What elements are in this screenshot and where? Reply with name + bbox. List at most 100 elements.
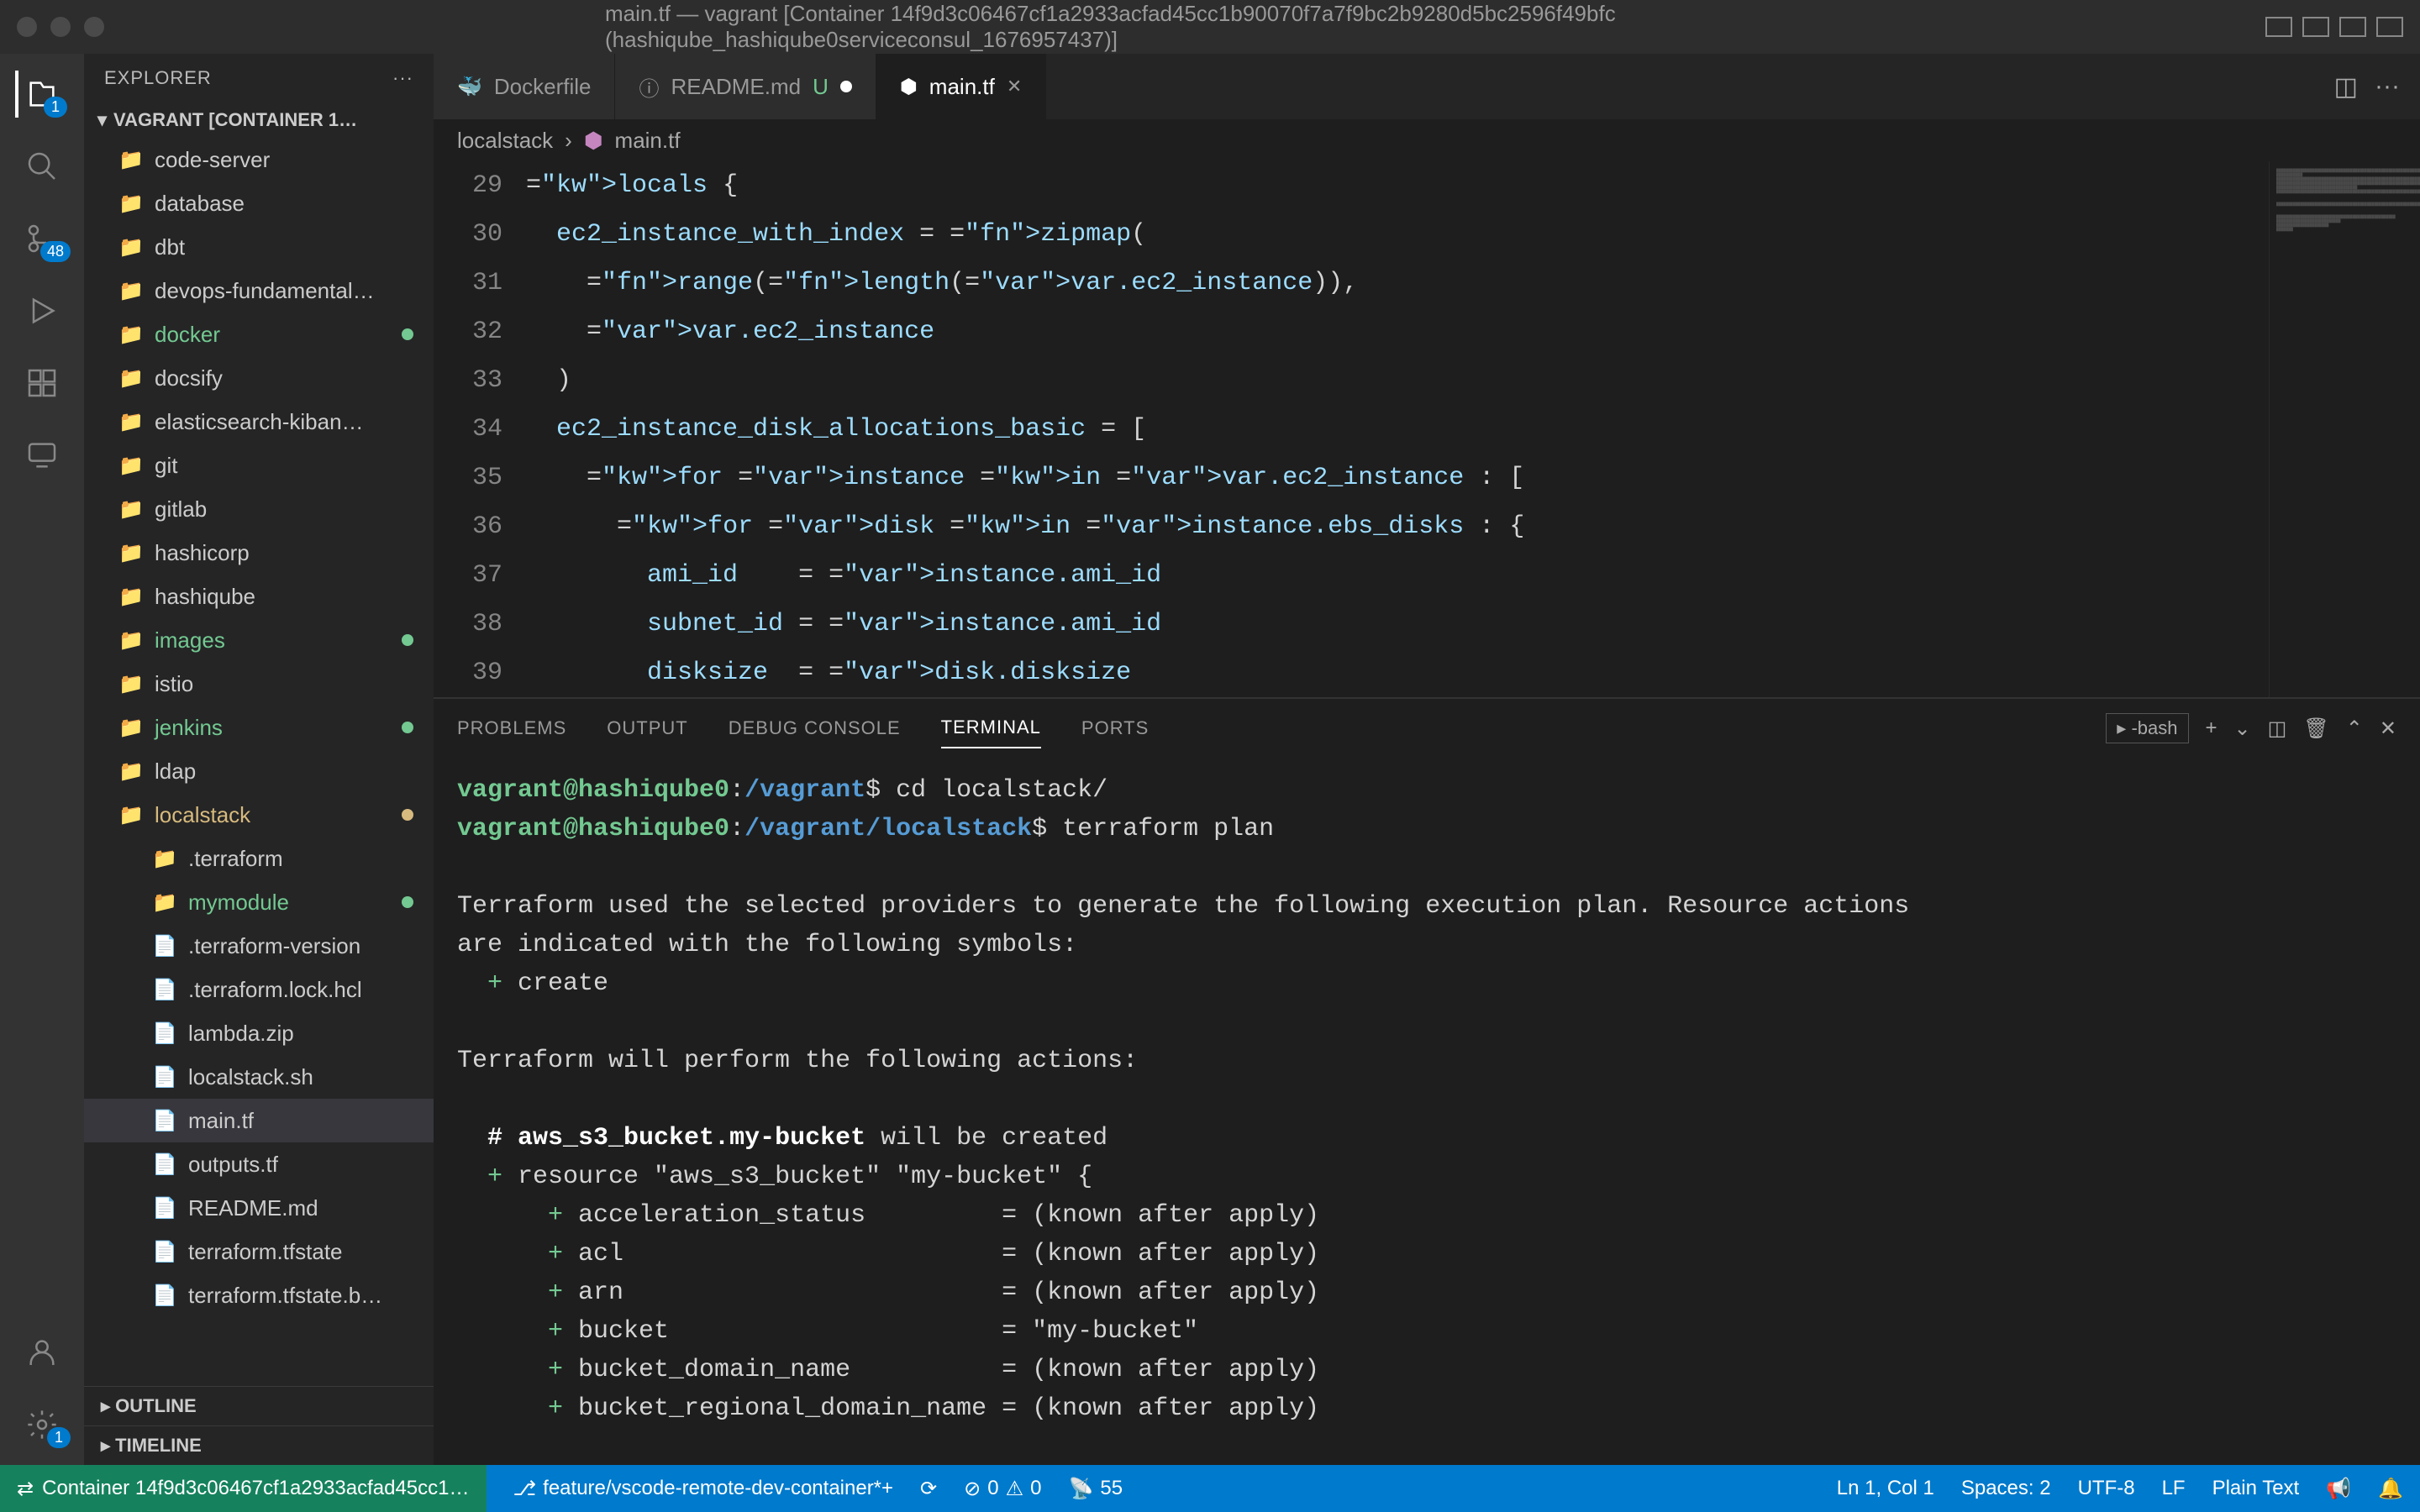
new-terminal-icon[interactable]: + — [2206, 717, 2217, 740]
tree-item-label: hashiqube — [155, 584, 255, 610]
close-panel-icon[interactable]: ✕ — [2380, 717, 2396, 741]
toggle-panel-left-icon[interactable] — [2265, 17, 2292, 37]
editor-tab[interactable]: ⓘREADME.md U — [615, 54, 876, 119]
tree-item[interactable]: 📁elasticsearch-kiban… — [84, 400, 434, 444]
close-window-icon[interactable] — [17, 17, 37, 37]
maximize-window-icon[interactable] — [84, 17, 104, 37]
tab-ports[interactable]: PORTS — [1081, 709, 1149, 748]
tree-item[interactable]: 📄main.tf — [84, 1099, 434, 1142]
tree-item-label: git — [155, 453, 177, 479]
tree-item-label: istio — [155, 671, 193, 697]
remote-explorer-icon[interactable] — [18, 432, 66, 479]
workspace-header[interactable]: ▾ VAGRANT [CONTAINER 1… — [84, 102, 434, 138]
breadcrumb-folder[interactable]: localstack — [457, 128, 553, 154]
tree-item[interactable]: 📄terraform.tfstate.b… — [84, 1273, 434, 1317]
tab-output[interactable]: OUTPUT — [607, 709, 687, 748]
tree-item[interactable]: 📁hashicorp — [84, 531, 434, 575]
minimap[interactable]: ████████████████████████████████████████… — [2269, 161, 2420, 697]
toggle-panel-bottom-icon[interactable] — [2302, 17, 2329, 37]
kill-terminal-icon[interactable]: 🗑 — [2303, 717, 2328, 741]
statusbar: ⇄ Container 14f9d3c06467cf1a2933acfad45c… — [0, 1465, 2420, 1512]
timeline-section[interactable]: ▸ TIMELINE — [84, 1425, 434, 1465]
tree-item[interactable]: 📄terraform.tfstate — [84, 1230, 434, 1273]
sidebar: EXPLORER ··· ▾ VAGRANT [CONTAINER 1… 📁co… — [84, 54, 434, 1465]
tree-item[interactable]: 📁hashiqube — [84, 575, 434, 618]
line-numbers: 2930313233343536373839 — [434, 161, 526, 697]
close-tab-icon[interactable]: ✕ — [1007, 76, 1022, 97]
minimize-window-icon[interactable] — [50, 17, 71, 37]
untracked-indicator — [402, 722, 413, 733]
code-content[interactable]: ="kw">locals { ec2_instance_with_index =… — [526, 161, 2269, 697]
toggle-panel-right-icon[interactable] — [2339, 17, 2366, 37]
tree-item[interactable]: 📁.terraform — [84, 837, 434, 880]
antenna-icon: 📡 — [1069, 1477, 1094, 1501]
language-mode[interactable]: Plain Text — [2212, 1477, 2300, 1501]
tree-item[interactable]: 📄localstack.sh — [84, 1055, 434, 1099]
outline-section[interactable]: ▸ OUTLINE — [84, 1386, 434, 1425]
accounts-icon[interactable] — [18, 1329, 66, 1376]
sync-indicator[interactable]: ⟳ — [920, 1477, 937, 1501]
file-tree[interactable]: 📁code-server📁database📁dbt📁devops-fundame… — [84, 138, 434, 1386]
tree-item[interactable]: 📁code-server — [84, 138, 434, 181]
terminal-content[interactable]: vagrant@hashiqube0:/vagrant$ cd localsta… — [434, 758, 2420, 1465]
breadcrumb[interactable]: localstack › ⬢ main.tf — [434, 119, 2420, 161]
tree-item-label: images — [155, 627, 225, 654]
tree-item[interactable]: 📁database — [84, 181, 434, 225]
run-debug-icon[interactable] — [18, 287, 66, 334]
source-control-icon[interactable]: 48 — [18, 215, 66, 262]
tree-item[interactable]: 📄outputs.tf — [84, 1142, 434, 1186]
feedback-icon[interactable]: 📢 — [2326, 1477, 2351, 1501]
tree-item[interactable]: 📁dbt — [84, 225, 434, 269]
indentation[interactable]: Spaces: 2 — [1961, 1477, 2051, 1501]
file-type-icon: ⬢ — [584, 128, 603, 154]
warning-icon: ⚠ — [1006, 1477, 1024, 1501]
file-icon: 📄 — [151, 1063, 178, 1090]
tree-item[interactable]: 📄lambda.zip — [84, 1011, 434, 1055]
editor-tab[interactable]: 🐳Dockerfile — [434, 54, 615, 119]
tree-item-label: .terraform — [188, 846, 283, 872]
split-editor-icon[interactable]: ◫ — [2334, 72, 2358, 102]
shell-selector[interactable]: ▸ -bash — [2106, 713, 2188, 743]
tree-item[interactable]: 📁docsify — [84, 356, 434, 400]
code-editor[interactable]: 2930313233343536373839 ="kw">locals { ec… — [434, 161, 2420, 697]
tree-item[interactable]: 📄.terraform-version — [84, 924, 434, 968]
tree-item[interactable]: 📁ldap — [84, 749, 434, 793]
extensions-icon[interactable] — [18, 360, 66, 407]
terminal-dropdown-icon[interactable]: ⌄ — [2234, 717, 2251, 741]
tab-problems[interactable]: PROBLEMS — [457, 709, 566, 748]
settings-icon[interactable]: 1 — [18, 1401, 66, 1448]
notifications-icon[interactable]: 🔔 — [2378, 1477, 2403, 1501]
tree-item[interactable]: 📁istio — [84, 662, 434, 706]
breadcrumb-file[interactable]: main.tf — [615, 128, 681, 154]
tab-debug-console[interactable]: DEBUG CONSOLE — [729, 709, 901, 748]
remote-indicator[interactable]: ⇄ Container 14f9d3c06467cf1a2933acfad45c… — [0, 1465, 487, 1512]
tree-item[interactable]: 📁docker — [84, 312, 434, 356]
tree-item[interactable]: 📄README.md — [84, 1186, 434, 1230]
branch-indicator[interactable]: ⎇ feature/vscode-remote-dev-container*+ — [513, 1477, 894, 1501]
encoding[interactable]: UTF-8 — [2078, 1477, 2135, 1501]
tree-item[interactable]: 📁git — [84, 444, 434, 487]
tree-item[interactable]: 📄.terraform.lock.hcl — [84, 968, 434, 1011]
tree-item-label: mymodule — [188, 890, 289, 916]
tree-item[interactable]: 📁jenkins — [84, 706, 434, 749]
explorer-icon[interactable]: 1 — [15, 71, 62, 118]
tree-item[interactable]: 📁devops-fundamental… — [84, 269, 434, 312]
search-icon[interactable] — [18, 143, 66, 190]
cursor-position[interactable]: Ln 1, Col 1 — [1837, 1477, 1934, 1501]
editor-tab[interactable]: ⬢main.tf✕ — [876, 54, 1046, 119]
file-icon: 📄 — [151, 1194, 178, 1221]
sidebar-more-icon[interactable]: ··· — [392, 67, 413, 89]
problems-indicator[interactable]: ⊘0 ⚠0 — [964, 1477, 1041, 1501]
ports-indicator[interactable]: 📡55 — [1069, 1477, 1123, 1501]
tree-item[interactable]: 📁localstack — [84, 793, 434, 837]
eol[interactable]: LF — [2162, 1477, 2186, 1501]
tree-item[interactable]: 📁images — [84, 618, 434, 662]
timeline-label: TIMELINE — [115, 1435, 202, 1456]
more-actions-icon[interactable]: ··· — [2375, 72, 2400, 101]
customize-layout-icon[interactable] — [2376, 17, 2403, 37]
tab-terminal[interactable]: TERMINAL — [941, 708, 1041, 748]
tree-item[interactable]: 📁mymodule — [84, 880, 434, 924]
split-terminal-icon[interactable]: ◫ — [2268, 717, 2287, 741]
tree-item[interactable]: 📁gitlab — [84, 487, 434, 531]
chevron-up-icon[interactable]: ⌃ — [2346, 717, 2363, 741]
